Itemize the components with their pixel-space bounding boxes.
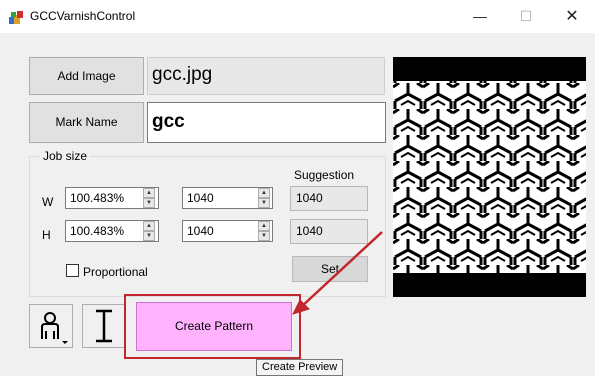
image-filename-field: gcc.jpg	[147, 57, 385, 95]
height-label: H	[42, 228, 51, 242]
window-title: GCCVarnishControl	[30, 9, 136, 23]
proportional-label: Proportional	[83, 265, 148, 279]
height-value-spinner[interactable]: ▲ ▼	[258, 221, 270, 241]
proportional-checkbox[interactable]	[66, 264, 79, 277]
highlight-box	[124, 294, 301, 359]
title-bar: GCCVarnishControl — ☐ ✕	[0, 0, 595, 33]
spin-down-icon[interactable]: ▼	[258, 231, 270, 241]
set-button[interactable]: Set	[292, 256, 368, 282]
spin-down-icon[interactable]: ▼	[143, 198, 155, 208]
maximize-button[interactable]: ☐	[503, 0, 549, 33]
spin-up-icon[interactable]: ▲	[258, 221, 270, 231]
height-suggestion: 1040	[290, 219, 368, 244]
minimize-button[interactable]: —	[457, 0, 503, 33]
close-button[interactable]: ✕	[549, 0, 595, 33]
width-suggestion: 1040	[290, 186, 368, 211]
spin-up-icon[interactable]: ▲	[143, 221, 155, 231]
app-icon	[9, 11, 23, 24]
pattern-preview-image	[393, 57, 586, 297]
suggestion-label: Suggestion	[294, 168, 355, 182]
person-dropdown-icon	[41, 312, 68, 344]
text-cursor-icon	[96, 309, 112, 343]
width-value-spinner[interactable]: ▲ ▼	[258, 188, 270, 208]
height-percent-spinner[interactable]: ▲ ▼	[143, 221, 155, 241]
person-tool-button[interactable]	[29, 304, 73, 348]
width-percent-spinner[interactable]: ▲ ▼	[143, 188, 155, 208]
job-size-label: Job size	[40, 149, 91, 163]
text-tool-button[interactable]	[82, 304, 126, 348]
spin-down-icon[interactable]: ▼	[143, 231, 155, 241]
add-image-button[interactable]: Add Image	[29, 57, 144, 95]
mark-name-input[interactable]: gcc	[147, 102, 386, 143]
pattern-preview	[393, 57, 586, 297]
create-preview-tooltip: Create Preview	[256, 359, 344, 376]
spin-up-icon[interactable]: ▲	[258, 188, 270, 198]
mark-name-button[interactable]: Mark Name	[29, 102, 144, 143]
spin-up-icon[interactable]: ▲	[143, 188, 155, 198]
spin-down-icon[interactable]: ▼	[258, 198, 270, 208]
width-label: W	[42, 195, 54, 209]
